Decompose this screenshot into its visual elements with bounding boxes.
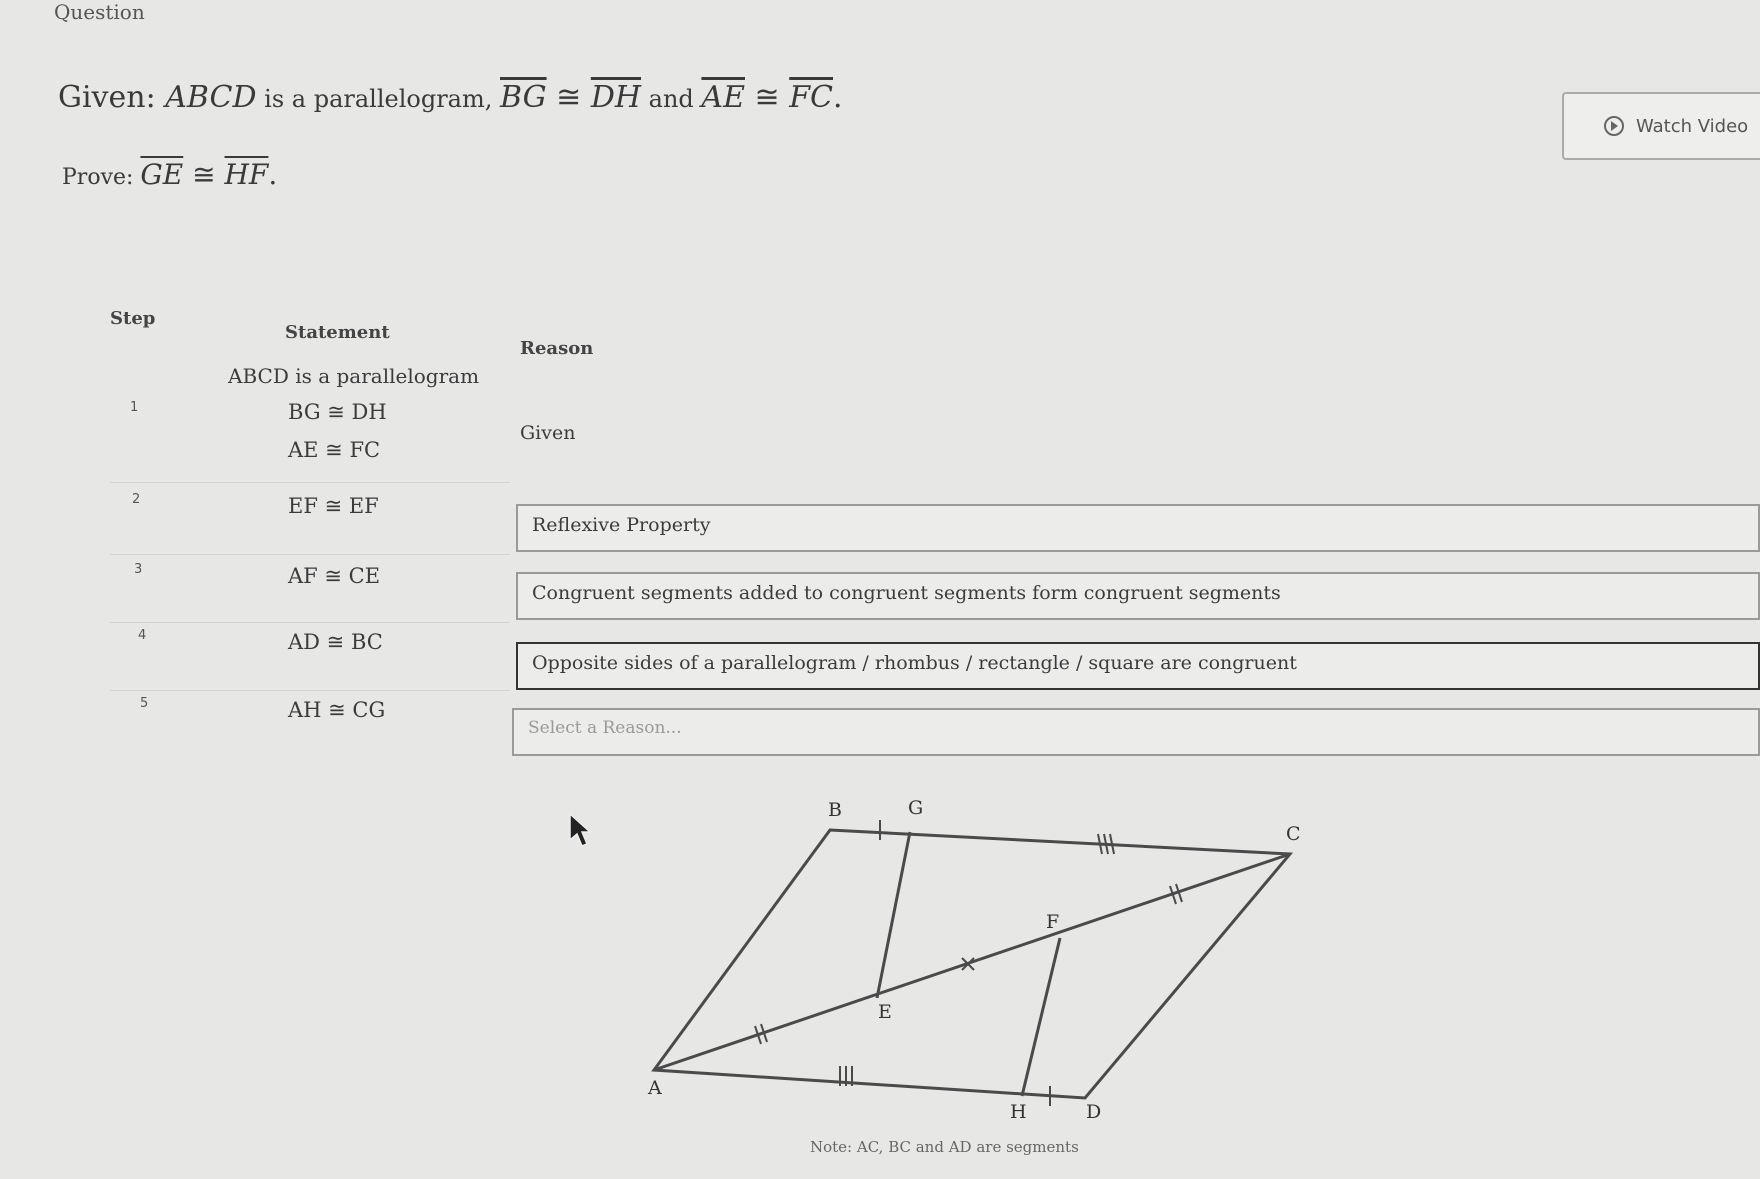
row-divider (110, 482, 510, 483)
vertex-label-f: F (1046, 911, 1059, 933)
step-number: 3 (134, 562, 143, 577)
row-divider (110, 554, 510, 555)
vertex-label-h: H (1010, 1101, 1027, 1123)
step-number: 1 (130, 400, 139, 415)
diagonal-ac (653, 852, 1291, 1072)
reason-select[interactable]: Reflexive Property (516, 504, 1760, 552)
step-column-header: Step (110, 308, 156, 329)
statement-text: ABCD is a parallelogram (228, 364, 480, 388)
prove-statement: Prove: GE ≅ HF. (62, 158, 278, 191)
reason-text: Given (520, 422, 576, 444)
vertex-label-e: E (878, 1001, 892, 1023)
watch-video-label: Watch Video (1636, 115, 1749, 137)
reason-select[interactable]: Congruent segments added to congruent se… (516, 572, 1760, 620)
segment-ge (875, 831, 912, 999)
step-number: 4 (138, 628, 147, 643)
statement-text: BG ≅ DH (288, 400, 387, 424)
statement-text: AF ≅ CE (288, 564, 381, 588)
watch-video-button[interactable]: Watch Video (1562, 92, 1760, 160)
parallelogram-outline (651, 828, 1294, 1100)
step-number: 5 (140, 696, 149, 711)
parallelogram-diagram: B G C F E A H D (647, 797, 1301, 1123)
mouse-cursor-icon (569, 812, 592, 847)
diagram-note: Note: AC, BC and AD are segments (810, 1138, 1079, 1156)
statement-text: AD ≅ BC (288, 630, 383, 654)
segment-fh (1020, 937, 1062, 1097)
play-icon (1604, 116, 1624, 136)
reason-select[interactable]: Select a Reason... (512, 708, 1760, 756)
given-statement: Given: ABCD is a parallelogram, BG ≅ DH … (58, 80, 843, 115)
reason-column-header: Reason (520, 338, 594, 359)
statement-text: AE ≅ FC (288, 438, 381, 462)
vertex-label-c: C (1286, 823, 1301, 845)
vertex-label-g: G (908, 797, 923, 819)
statement-column-header: Statement (285, 322, 390, 343)
statement-text: EF ≅ EF (288, 494, 379, 518)
step-number: 2 (132, 492, 141, 507)
vertex-label-d: D (1086, 1101, 1101, 1123)
vertex-label-b: B (828, 799, 842, 821)
vertex-label-a: A (647, 1077, 662, 1099)
question-header: Question (54, 0, 145, 24)
row-divider (110, 622, 510, 623)
statement-text: AH ≅ CG (288, 698, 386, 722)
reason-select[interactable]: Opposite sides of a parallelogram / rhom… (516, 642, 1760, 690)
row-divider (110, 690, 510, 691)
